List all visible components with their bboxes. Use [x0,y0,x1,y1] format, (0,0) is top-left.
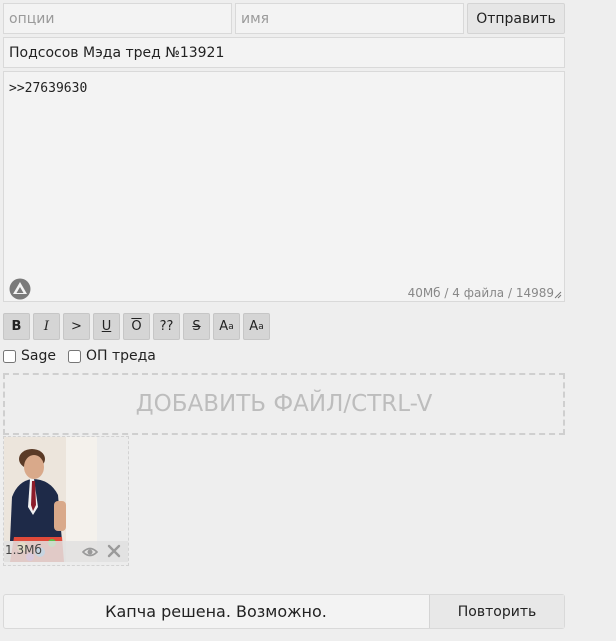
captcha-panel: Капча решена. Возможно. Повторить [3,594,565,629]
subject-input[interactable] [3,37,565,68]
subscript-button[interactable]: Aa [243,313,270,340]
strike-label: S [192,319,201,334]
markup-toolbar: B I > U O ?? S Aa Aa [3,313,270,340]
sage-checkbox[interactable] [3,349,16,363]
op-checkbox[interactable] [67,349,81,363]
overline-label: O [131,319,142,334]
sage-option[interactable]: Sage [3,348,56,364]
options-input[interactable] [3,3,232,34]
sub-mark: a [258,321,264,332]
captcha-status: Капча решена. Возможно. [105,602,327,621]
spoiler-button[interactable]: ?? [153,313,180,340]
close-icon[interactable] [107,544,121,558]
resize-handle-icon[interactable] [554,291,562,299]
superscript-button[interactable]: Aa [213,313,240,340]
eye-icon[interactable] [82,545,98,559]
quote-button[interactable]: > [63,313,90,340]
comment-textarea[interactable] [4,72,564,301]
underline-button[interactable]: U [93,313,120,340]
add-file-dropzone[interactable]: ДОБАВИТЬ ФАЙЛ/CTRL-V [3,373,565,435]
retry-button[interactable]: Повторить [429,595,564,628]
upload-limit-counter: 40Мб / 4 файла / 14989 [407,286,554,300]
submit-button[interactable]: Отправить [467,3,565,34]
italic-button[interactable]: I [33,313,60,340]
underline-label: U [101,319,112,334]
triangle-logo-icon[interactable] [9,278,31,300]
sup-mark: a [228,321,234,332]
sub-base: A [249,319,259,334]
overline-button[interactable]: O [123,313,150,340]
post-options: Sage ОП треда [3,346,168,366]
sage-label: Sage [21,348,56,364]
bold-button[interactable]: B [3,313,30,340]
op-label: ОП треда [85,348,156,364]
comment-box: 40Мб / 4 файла / 14989 [3,71,565,302]
attachment-bar: 1.3Мб [4,541,128,562]
op-option[interactable]: ОП треда [67,348,156,364]
name-input[interactable] [235,3,464,34]
attachment-size: 1.3Мб [5,543,42,557]
strike-button[interactable]: S [183,313,210,340]
sup-base: A [219,319,229,334]
attachment-card: 1.3Мб [3,436,129,566]
